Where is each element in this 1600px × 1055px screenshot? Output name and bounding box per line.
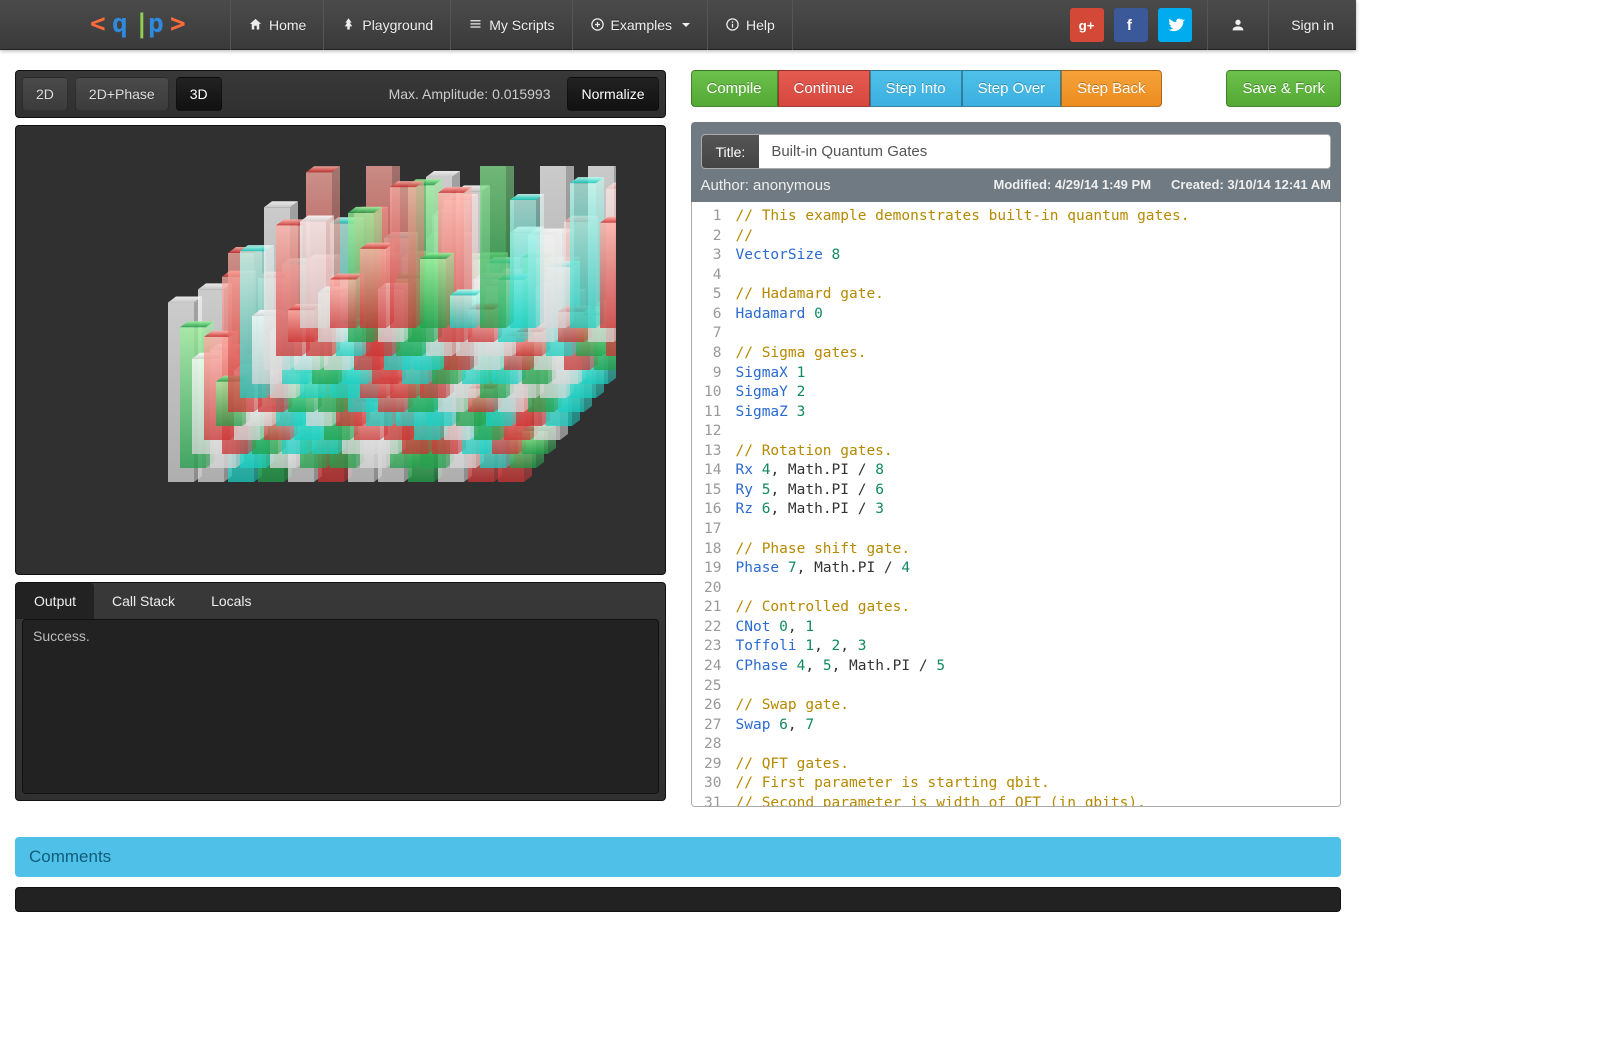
code-line[interactable]: // Hadamard gate. xyxy=(728,285,1341,305)
code-line[interactable]: Phase 7, Math.PI / 4 xyxy=(728,559,1341,579)
created-label: Created: 3/10/14 12:41 AM xyxy=(1171,177,1331,194)
signin-label: Sign in xyxy=(1291,17,1334,33)
tab-output[interactable]: Output xyxy=(16,583,94,619)
normalize-button[interactable]: Normalize xyxy=(567,77,658,111)
list-icon xyxy=(468,17,483,32)
nav-playground-label: Playground xyxy=(362,17,433,33)
comments-header[interactable]: Comments xyxy=(15,837,1341,877)
author-label: Author: anonymous xyxy=(701,177,974,194)
code-line[interactable]: CNot 0, 1 xyxy=(728,618,1341,638)
nav-home[interactable]: Home xyxy=(230,0,324,50)
nav-examples[interactable]: Examples xyxy=(573,0,708,50)
code-line[interactable]: Rx 4, Math.PI / 8 xyxy=(728,461,1341,481)
meta-panel: Title: Author: anonymous Modified: 4/29/… xyxy=(691,122,1342,202)
info-icon xyxy=(725,17,740,32)
output-text: Success. xyxy=(33,628,90,644)
code-line[interactable]: SigmaX 1 xyxy=(728,364,1341,384)
code-line[interactable] xyxy=(728,579,1341,599)
vis-mode-2d-button[interactable]: 2D xyxy=(22,77,68,111)
code-line[interactable]: // Rotation gates. xyxy=(728,442,1341,462)
code-line[interactable] xyxy=(728,422,1341,442)
action-row: Compile Continue Step Into Step Over Ste… xyxy=(691,70,1342,107)
nav-help[interactable]: Help xyxy=(708,0,793,50)
nav-help-label: Help xyxy=(746,17,775,33)
code-line[interactable]: Swap 6, 7 xyxy=(728,716,1341,736)
code-line[interactable]: // QFT gates. xyxy=(728,755,1341,775)
compile-button[interactable]: Compile xyxy=(691,70,778,107)
code-editor[interactable]: 1234567891011121314151617181920212223242… xyxy=(691,202,1342,807)
code-line[interactable]: // First parameter is starting qbit. xyxy=(728,774,1341,794)
tree-icon xyxy=(341,17,356,32)
code-line[interactable] xyxy=(728,735,1341,755)
chevron-down-icon xyxy=(682,23,690,27)
svg-text:p: p xyxy=(148,10,164,39)
code-line[interactable]: CPhase 4, 5, Math.PI / 5 xyxy=(728,657,1341,677)
code-line[interactable]: // Controlled gates. xyxy=(728,598,1341,618)
nav-examples-label: Examples xyxy=(611,17,672,33)
nav-playground[interactable]: Playground xyxy=(324,0,451,50)
svg-text:<: < xyxy=(90,10,106,39)
twitter-button[interactable] xyxy=(1158,8,1192,42)
code-body[interactable]: // This example demonstrates built-in qu… xyxy=(728,202,1341,806)
code-line[interactable] xyxy=(728,266,1341,286)
modified-label: Modified: 4/29/14 1:49 PM xyxy=(994,177,1152,194)
social-buttons: g+ f xyxy=(1055,8,1207,42)
brand-logo[interactable]: < q | p > xyxy=(0,10,230,40)
googleplus-button[interactable]: g+ xyxy=(1070,8,1104,42)
stepback-button[interactable]: Step Back xyxy=(1061,70,1161,107)
nav-myscripts[interactable]: My Scripts xyxy=(451,0,572,50)
code-line[interactable]: // Phase shift gate. xyxy=(728,540,1341,560)
facebook-button[interactable]: f xyxy=(1114,8,1148,42)
code-line[interactable] xyxy=(728,677,1341,697)
vis-mode-3d-button[interactable]: 3D xyxy=(176,77,222,111)
user-menu[interactable] xyxy=(1207,0,1268,50)
svg-text:>: > xyxy=(170,10,186,39)
code-line[interactable]: SigmaY 2 xyxy=(728,383,1341,403)
code-line[interactable]: Ry 5, Math.PI / 6 xyxy=(728,481,1341,501)
svg-text:f: f xyxy=(1127,17,1133,34)
nav-myscripts-label: My Scripts xyxy=(489,17,554,33)
output-body[interactable]: Success. xyxy=(22,619,659,794)
svg-text:g+: g+ xyxy=(1079,18,1095,33)
signin-button[interactable]: Sign in xyxy=(1268,0,1356,50)
home-icon xyxy=(248,17,263,32)
code-line[interactable]: // Swap gate. xyxy=(728,696,1341,716)
code-line[interactable]: // This example demonstrates built-in qu… xyxy=(728,207,1341,227)
code-line[interactable] xyxy=(728,324,1341,344)
code-line[interactable]: SigmaZ 3 xyxy=(728,403,1341,423)
user-icon xyxy=(1230,17,1246,33)
code-line[interactable]: // Second parameter is width of QFT (in … xyxy=(728,794,1341,807)
max-amplitude-label: Max. Amplitude: 0.015993 xyxy=(379,86,561,102)
code-line[interactable]: VectorSize 8 xyxy=(728,246,1341,266)
output-panel: Output Call Stack Locals Success. xyxy=(15,582,666,801)
stepover-button[interactable]: Step Over xyxy=(962,70,1062,107)
tab-locals[interactable]: Locals xyxy=(193,583,269,619)
nav-home-label: Home xyxy=(269,17,306,33)
stepinto-button[interactable]: Step Into xyxy=(870,70,962,107)
savefork-button[interactable]: Save & Fork xyxy=(1226,70,1341,107)
plus-circle-icon xyxy=(590,17,605,32)
vis-mode-2dphase-button[interactable]: 2D+Phase xyxy=(75,77,169,111)
continue-button[interactable]: Continue xyxy=(778,70,870,107)
title-label: Title: xyxy=(702,135,760,168)
title-input[interactable] xyxy=(759,135,1330,168)
code-line[interactable]: Rz 6, Math.PI / 3 xyxy=(728,500,1341,520)
tab-callstack[interactable]: Call Stack xyxy=(94,583,193,619)
comments-body xyxy=(15,887,1341,912)
code-line[interactable]: Hadamard 0 xyxy=(728,305,1341,325)
svg-text:q: q xyxy=(112,10,128,39)
line-gutter: 1234567891011121314151617181920212223242… xyxy=(692,202,728,806)
code-line[interactable]: Toffoli 1, 2, 3 xyxy=(728,637,1341,657)
code-line[interactable]: // Sigma gates. xyxy=(728,344,1341,364)
bars-3d-icon xyxy=(76,166,616,546)
code-line[interactable]: // xyxy=(728,227,1341,247)
navbar: < q | p > Home Playground My Scripts Exa… xyxy=(0,0,1356,50)
visualization-canvas[interactable] xyxy=(15,125,666,575)
code-line[interactable] xyxy=(728,520,1341,540)
vis-toolbar: 2D 2D+Phase 3D Max. Amplitude: 0.015993 … xyxy=(15,70,666,118)
